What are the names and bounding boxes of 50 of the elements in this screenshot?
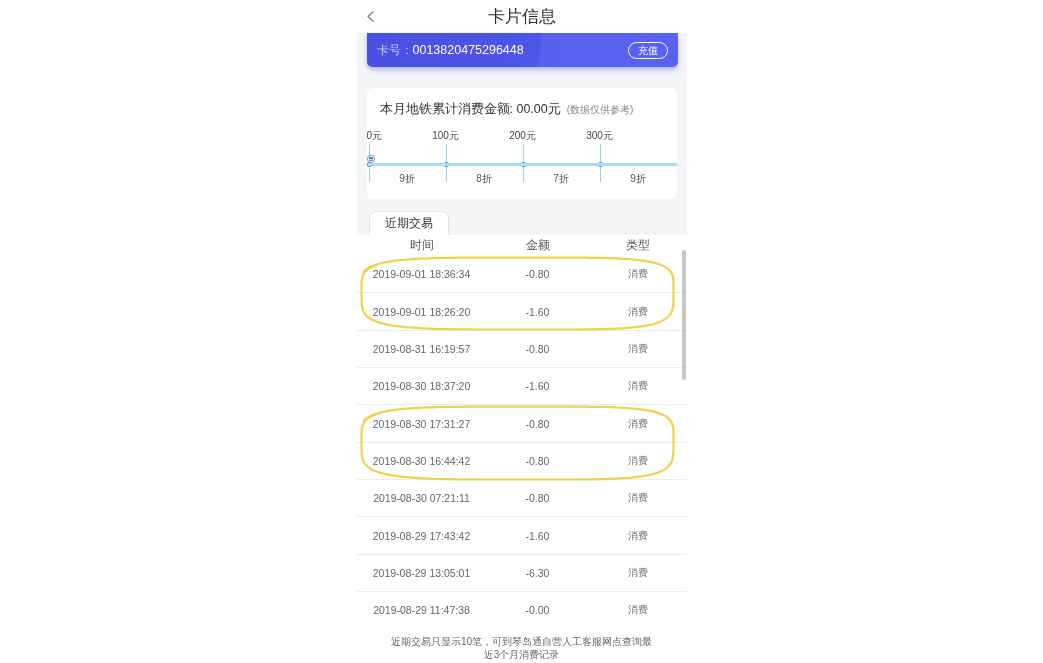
- transaction-time: 2019-08-29 13:05:01: [371, 566, 472, 579]
- discount-label: 8折: [475, 173, 493, 185]
- card-number: 0013820475296448: [412, 42, 524, 58]
- transaction-type: 消费: [626, 528, 649, 543]
- transaction-time: 2019-08-30 07:21:11: [372, 492, 471, 505]
- footer-note: 近期交易只显示10笔，可到琴岛通自营人工客服网点查询最近3个月消费记录: [389, 635, 654, 662]
- transaction-time: 2019-08-29 11:47:38: [372, 604, 471, 617]
- transaction-time: 2019-09-01 18:36:34: [371, 267, 472, 280]
- column-header: 金额: [524, 238, 551, 253]
- milestone-label: 300元: [586, 130, 613, 142]
- column-header: 类型: [624, 238, 651, 253]
- chevron-left-icon[interactable]: [366, 11, 374, 22]
- transaction-type: 消费: [626, 603, 649, 618]
- transaction-amount: -0.80: [524, 267, 551, 280]
- milestone-label: 200元: [509, 130, 536, 142]
- column-header: 时间: [408, 238, 435, 253]
- transaction-time: 2019-08-30 18:37:20: [371, 380, 472, 393]
- milestone-label: 100元: [432, 130, 459, 142]
- spending-note: (数据仅供参考): [566, 103, 634, 117]
- discount-label: 9折: [398, 173, 416, 185]
- transaction-time: 2019-08-30 16:44:42: [371, 454, 472, 467]
- transaction-type: 消费: [626, 379, 649, 394]
- discount-label: 9折: [629, 173, 647, 185]
- transaction-amount: -0.80: [524, 417, 551, 430]
- transaction-type: 消费: [626, 304, 649, 319]
- transaction-amount: -1.60: [524, 380, 551, 393]
- transaction-type: 消费: [626, 453, 649, 468]
- transaction-type: 消费: [626, 491, 649, 506]
- transaction-amount: -1.60: [524, 529, 551, 542]
- discount-label: 7折: [552, 173, 570, 185]
- transaction-amount: -0.80: [524, 492, 551, 505]
- transaction-type: 消费: [626, 341, 649, 356]
- transaction-type: 消费: [626, 416, 649, 431]
- milestone-label: 0元: [366, 130, 383, 142]
- transaction-amount: -6.30: [524, 566, 551, 579]
- transaction-time: 2019-08-30 17:31:27: [371, 417, 472, 430]
- transaction-amount: -0.80: [524, 342, 551, 355]
- transaction-amount: -1.60: [524, 305, 551, 318]
- transaction-time: 2019-08-29 17:43:42: [371, 529, 472, 542]
- transaction-type: 消费: [626, 565, 649, 580]
- transaction-type: 消费: [626, 266, 649, 281]
- transaction-time: 2019-08-31 16:19:57: [371, 342, 472, 355]
- transaction-amount: -0.80: [524, 454, 551, 467]
- scrollbar[interactable]: [681, 250, 686, 380]
- spending-title: 本月地铁累计消费金额: 00.00元: [379, 101, 561, 117]
- page-title: 卡片信息: [486, 6, 557, 27]
- card-number-label: 卡号：: [376, 42, 413, 58]
- tab[interactable]: 近期交易: [368, 211, 449, 235]
- transaction-amount: -0.00: [524, 604, 551, 617]
- transaction-time: 2019-09-01 18:26:20: [371, 305, 472, 318]
